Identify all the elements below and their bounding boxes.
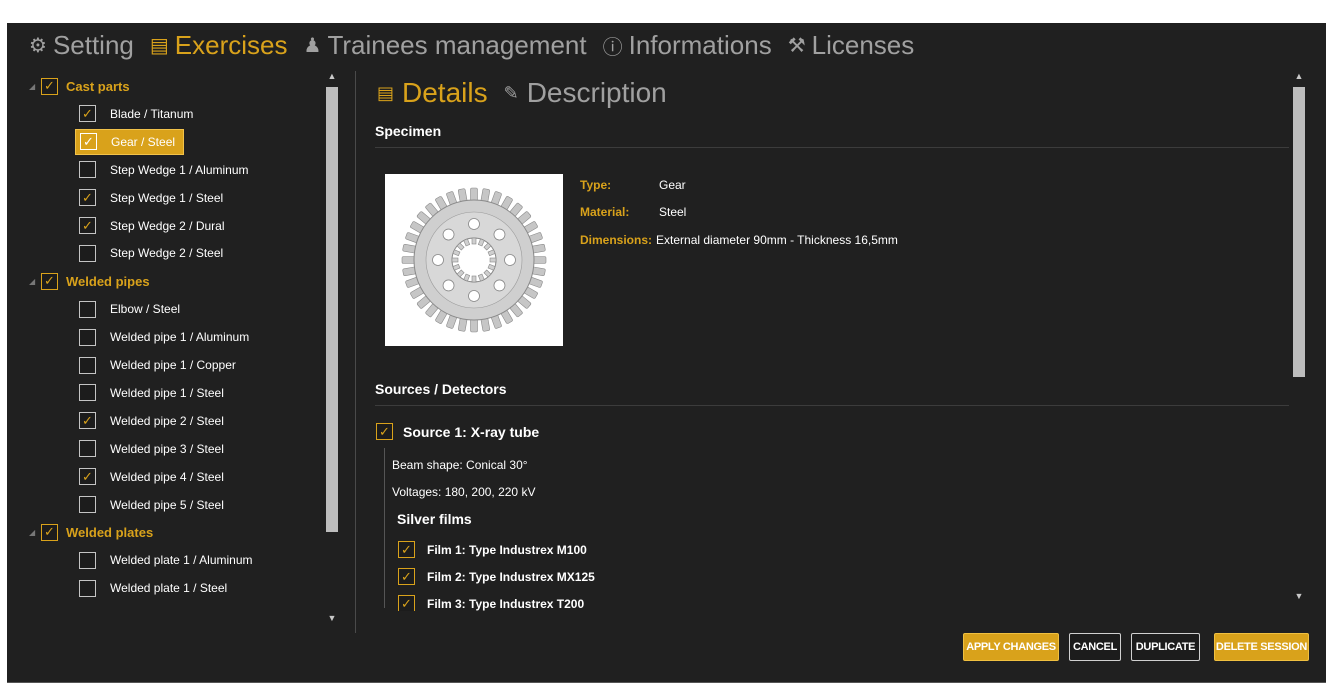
film-3-checkbox[interactable] xyxy=(398,595,415,611)
scroll-down-arrow-icon[interactable]: ▼ xyxy=(326,613,338,623)
film-1-checkbox[interactable] xyxy=(398,541,415,558)
film-3-row[interactable]: Film 3: Type Industrex T200 xyxy=(398,595,584,611)
film-3-label: Film 3: Type Industrex T200 xyxy=(427,596,585,611)
details-scrollbar[interactable]: ▲ ▼ xyxy=(1293,71,1305,606)
film-2-checkbox[interactable] xyxy=(398,568,415,585)
film-2-row[interactable]: Film 2: Type Industrex MX125 xyxy=(398,568,595,585)
film-1-row[interactable]: Film 1: Type Industrex M100 xyxy=(398,541,587,558)
details-scrollbar-thumb[interactable] xyxy=(1293,87,1305,377)
details-scroll-down-icon[interactable]: ▼ xyxy=(1293,591,1305,601)
delete-session-button[interactable]: DELETE SESSION xyxy=(1214,633,1309,661)
app-window: ⚙ Setting ▤ Exercises ♟ Trainees managem… xyxy=(7,23,1326,683)
film-1-label: Film 1: Type Industrex M100 xyxy=(427,542,587,557)
film-2-label: Film 2: Type Industrex MX125 xyxy=(427,569,595,584)
duplicate-button[interactable]: DUPLICATE xyxy=(1131,633,1200,661)
films-clip: Film 1: Type Industrex M100 Film 2: Type… xyxy=(7,23,1326,611)
cancel-button[interactable]: CANCEL xyxy=(1069,633,1121,661)
apply-changes-button[interactable]: APPLY CHANGES xyxy=(963,633,1059,661)
details-scroll-up-icon[interactable]: ▲ xyxy=(1293,71,1305,81)
